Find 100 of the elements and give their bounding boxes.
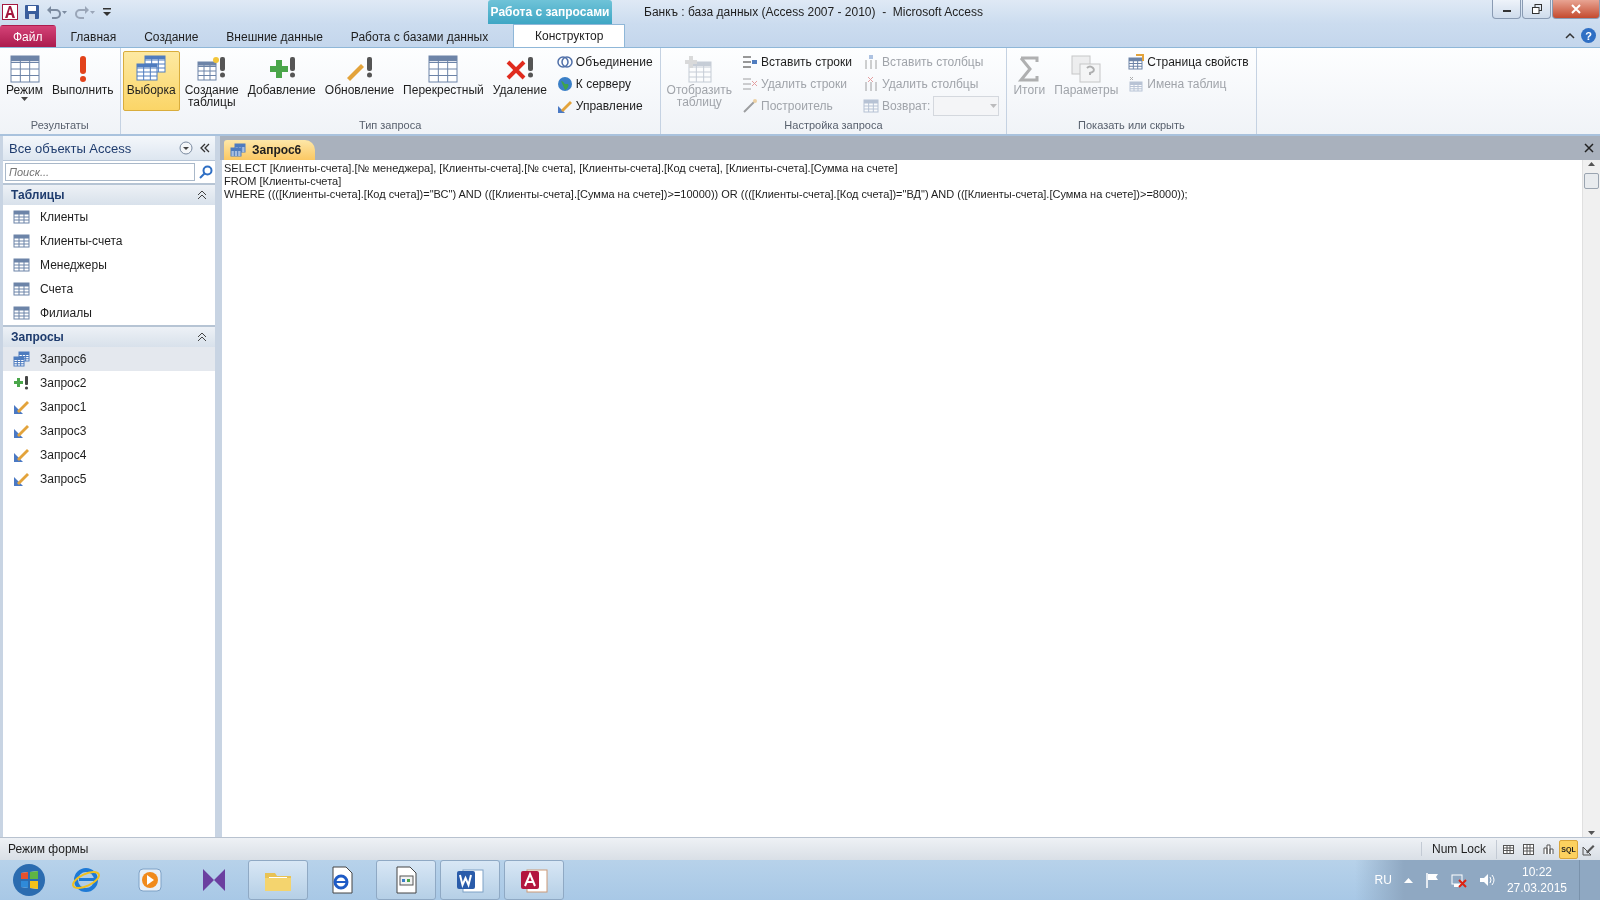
datasheet-view-icon xyxy=(1502,842,1515,856)
nav-item[interactable]: Клиенты-счета xyxy=(3,229,215,253)
chart-view-icon xyxy=(1542,842,1555,856)
access-logo-icon xyxy=(2,4,18,20)
nav-item[interactable]: Счета xyxy=(3,277,215,301)
minimize-button[interactable] xyxy=(1492,0,1521,19)
dropdown-icon[interactable] xyxy=(179,141,193,155)
design-view-icon xyxy=(1582,842,1595,856)
search-icon[interactable] xyxy=(199,165,213,179)
windows-question-icon xyxy=(1070,54,1103,84)
ribbon-button[interactable]: Обновление xyxy=(320,51,399,111)
nav-item[interactable]: Менеджеры xyxy=(3,253,215,277)
nav-item[interactable]: Запрос3 xyxy=(3,419,215,443)
status-indicator: Num Lock xyxy=(1420,842,1496,856)
nav-item[interactable]: Клиенты xyxy=(3,205,215,229)
nav-item[interactable]: Запрос2 xyxy=(3,371,215,395)
collapse-icon xyxy=(197,190,207,200)
ribbon-button[interactable]: Объединение xyxy=(554,51,655,72)
table-icon xyxy=(13,210,30,224)
clock-time: 10:22 xyxy=(1521,864,1552,880)
group-label: Тип запроса xyxy=(357,119,423,133)
wand-icon xyxy=(742,97,758,114)
insert-rows-icon xyxy=(742,53,758,70)
nav-item[interactable]: Запрос6 xyxy=(3,347,215,371)
nav-item[interactable]: Запрос5 xyxy=(3,467,215,491)
collapse-ribbon-icon[interactable] xyxy=(1565,30,1575,41)
restore-button[interactable] xyxy=(1522,0,1551,19)
table-exclamation-icon xyxy=(195,54,228,84)
close-button[interactable] xyxy=(1552,0,1600,19)
scrollbar[interactable] xyxy=(1582,160,1600,837)
insert-columns-icon xyxy=(863,53,879,70)
tables-icon xyxy=(230,143,246,157)
grid-icon xyxy=(8,54,41,84)
pencil-icon xyxy=(13,423,30,439)
network-error-icon[interactable] xyxy=(1450,872,1467,888)
ribbon-tab[interactable]: Внешние данные xyxy=(213,25,336,47)
collapse-pane-icon[interactable] xyxy=(199,142,211,154)
group-label: Результаты xyxy=(29,119,90,133)
search-field[interactable]: Поиск... xyxy=(5,163,195,181)
help-button[interactable]: ? xyxy=(1581,28,1596,43)
group-header[interactable]: Таблицы xyxy=(3,183,215,205)
globe-e-icon xyxy=(71,865,101,895)
close-icon[interactable] xyxy=(1584,143,1594,153)
ribbon-button[interactable]: Создание таблицы xyxy=(180,51,243,111)
group-title: Запросы xyxy=(11,330,64,344)
pencil-icon xyxy=(13,447,30,463)
document-tab[interactable]: Запрос6 xyxy=(224,140,316,160)
media-player-icon xyxy=(135,865,165,895)
ribbon-button[interactable]: Вставить строки xyxy=(740,51,854,72)
ribbon-button[interactable]: Режим xyxy=(2,51,47,111)
nav-item[interactable]: Запрос4 xyxy=(3,443,215,467)
ribbon-tab[interactable]: Работа с базами данных xyxy=(337,25,502,47)
status-text: Режим формы xyxy=(8,842,90,856)
clock-date: 27.03.2015 xyxy=(1506,880,1567,896)
ribbon-button[interactable]: Выполнить xyxy=(48,51,118,111)
ribbon-button[interactable]: Выборка xyxy=(122,51,180,111)
group-label: Показать или скрыть xyxy=(1077,119,1186,133)
ribbon-button[interactable]: Управление xyxy=(554,95,655,116)
pivot-table-icon xyxy=(1522,842,1535,856)
ribbon-button[interactable]: Добавление xyxy=(243,51,320,111)
rings-icon xyxy=(556,53,573,70)
nav-item[interactable]: Запрос1 xyxy=(3,395,215,419)
undo-icon[interactable] xyxy=(46,4,68,20)
grid-icon xyxy=(427,54,460,84)
table-icon xyxy=(13,282,30,296)
code-line: SELECT [Клиенты-счета].[№ менеджера], [Клиенты-счета].[№ счета], [Клиенты-счета].[Код счета], [Клиенты-счета].[Сумма на счете] xyxy=(224,162,899,175)
nav-item[interactable]: Филиалы xyxy=(3,301,215,325)
table-icon xyxy=(13,258,30,272)
pencil-icon xyxy=(13,471,30,487)
table-icon xyxy=(13,306,30,320)
delete-columns-icon xyxy=(863,75,879,92)
tables-icon xyxy=(13,351,30,367)
ribbon-tab[interactable]: Создание xyxy=(131,25,212,47)
group-header[interactable]: Запросы xyxy=(3,325,215,347)
tables-icon xyxy=(135,54,168,84)
ribbon-button[interactable]: Удаление xyxy=(488,51,551,111)
globe-icon xyxy=(556,75,573,92)
exclamation-icon xyxy=(78,54,87,84)
group-title: Таблицы xyxy=(11,188,65,202)
ribbon-button[interactable]: Перекрестный xyxy=(399,51,488,111)
taskbar-button[interactable] xyxy=(376,860,436,900)
start-button[interactable] xyxy=(12,863,46,897)
table-icon xyxy=(863,97,879,114)
collapse-icon xyxy=(197,332,207,342)
property-sheet-icon xyxy=(1128,53,1145,70)
dropdown-arrow-icon[interactable] xyxy=(21,96,28,102)
pencil-icon xyxy=(13,399,30,415)
file-tab[interactable]: Файл xyxy=(0,25,56,47)
ribbon-tab[interactable]: Главная xyxy=(57,25,130,47)
contextual-tab-group: Работа с запросами xyxy=(488,0,612,24)
ribbon-button[interactable]: Страница свойств xyxy=(1126,51,1251,72)
table-icon xyxy=(1128,75,1145,92)
save-icon[interactable] xyxy=(24,4,40,20)
taskbar-button[interactable] xyxy=(504,860,564,900)
pane-title: Все объекты Access xyxy=(9,140,133,156)
ribbon-tab[interactable]: Конструктор xyxy=(513,24,626,47)
taskbar-button[interactable] xyxy=(440,860,500,900)
ribbon-button[interactable]: К серверу xyxy=(554,73,655,94)
restore-icon[interactable] xyxy=(1531,4,1542,14)
scroll-thumb[interactable] xyxy=(1584,173,1599,189)
